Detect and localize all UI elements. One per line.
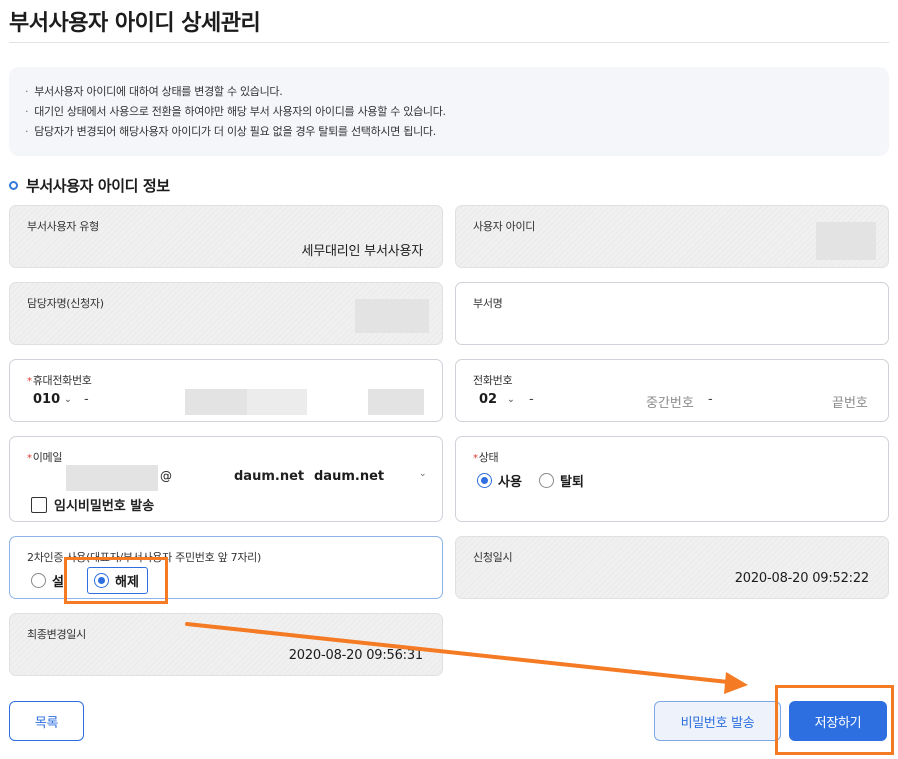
second-auth-field: 2차인증 사용(대표자/부서사용자 주민번호 앞 7자리) 설 해제 xyxy=(9,536,443,599)
status-radio-withdraw[interactable]: 탈퇴 xyxy=(539,471,584,490)
user-type-field: 부서사용자 유형 세무대리인 부서사용자 xyxy=(9,205,443,268)
phone-dash: - xyxy=(529,392,534,407)
status-radio-use[interactable]: 사용 xyxy=(477,471,522,490)
page-title: 부서사용자 아이디 상세관리 xyxy=(9,11,261,36)
email-id-input[interactable] xyxy=(66,465,158,491)
phone-last-input[interactable]: 끝번호 xyxy=(832,392,868,411)
notice-box: · 부서사용자 아이디에 대하여 상태를 변경할 수 있습니다. · 대기인 상태에… xyxy=(9,67,889,156)
chevron-down-icon[interactable]: ⌄ xyxy=(419,469,427,479)
send-password-button[interactable]: 비밀번호 발송 xyxy=(654,701,781,741)
phone-middle-input[interactable]: 중간번호 xyxy=(646,392,694,411)
temp-password-checkbox[interactable]: 임시비밀번호 발송 xyxy=(31,495,154,514)
mobile-label: *휴대전화번호 xyxy=(27,374,92,387)
radio-icon[interactable] xyxy=(31,573,46,588)
applied-at-label: 신청일시 xyxy=(473,551,513,564)
status-label: *상태 xyxy=(473,451,499,464)
email-field: *이메일 @ daum.net daum.net ⌄ 임시비밀번호 발송 xyxy=(9,436,443,522)
mobile-prefix-select[interactable]: 010 ⌄ xyxy=(33,392,72,407)
save-button[interactable]: 저장하기 xyxy=(789,701,887,741)
notice-item: · 담당자가 변경되어 해당사용자 아이디가 더 이상 필요 없을 경우 탈퇴를 … xyxy=(25,125,436,138)
mobile-middle-input[interactable] xyxy=(185,389,247,415)
user-type-label: 부서사용자 유형 xyxy=(27,220,99,233)
list-button[interactable]: 목록 xyxy=(9,701,84,741)
user-type-value: 세무대리인 부서사용자 xyxy=(301,244,423,259)
chevron-down-icon: ⌄ xyxy=(507,394,515,405)
modified-at-field: 최종변경일시 2020-08-20 09:56:31 xyxy=(9,613,443,676)
circle-bullet-icon xyxy=(9,181,18,190)
notice-item: · 부서사용자 아이디에 대하여 상태를 변경할 수 있습니다. xyxy=(25,85,283,98)
email-label: *이메일 xyxy=(27,451,63,464)
applied-at-field: 신청일시 2020-08-20 09:52:22 xyxy=(455,536,889,599)
mobile-dash: - xyxy=(84,392,89,407)
dept-name-field[interactable]: 부서명 xyxy=(455,282,889,345)
status-field: *상태 사용 탈퇴 xyxy=(455,436,889,522)
user-id-masked-value xyxy=(816,222,876,260)
phone-field: 전화번호 02 ⌄ - 중간번호 - 끝번호 xyxy=(455,359,889,422)
radio-icon[interactable] xyxy=(539,473,554,488)
user-id-field: 사용자 아이디 xyxy=(455,205,889,268)
manager-name-label: 담당자명(신청자) xyxy=(27,297,104,310)
second-auth-label: 2차인증 사용(대표자/부서사용자 주민번호 앞 7자리) xyxy=(27,551,261,564)
chevron-down-icon: ⌄ xyxy=(64,394,72,405)
phone-prefix-select[interactable]: 02 ⌄ xyxy=(479,392,515,407)
section-title: 부서사용자 아이디 정보 xyxy=(9,175,170,196)
user-id-label: 사용자 아이디 xyxy=(473,220,536,233)
applied-at-value: 2020-08-20 09:52:22 xyxy=(734,571,869,586)
notice-item: · 대기인 상태에서 사용으로 전환을 하여야만 해당 부서 사용자의 아이디를 … xyxy=(25,105,446,118)
mobile-field: *휴대전화번호 010 ⌄ - xyxy=(9,359,443,422)
title-divider xyxy=(9,42,889,43)
email-at-sign: @ xyxy=(160,469,172,483)
manager-name-field: 담당자명(신청자) xyxy=(9,282,443,345)
dept-name-label: 부서명 xyxy=(473,297,503,310)
mobile-last-input[interactable] xyxy=(368,389,424,415)
second-auth-radio-release[interactable]: 해제 xyxy=(87,567,148,594)
phone-dash: - xyxy=(708,392,713,407)
modified-at-label: 최종변경일시 xyxy=(27,628,86,641)
second-auth-radio-set[interactable]: 설 xyxy=(31,571,64,590)
mobile-middle-input-mask xyxy=(247,389,307,415)
phone-label: 전화번호 xyxy=(473,374,513,387)
manager-name-masked-value xyxy=(355,299,429,333)
radio-selected-icon[interactable] xyxy=(94,573,109,588)
radio-selected-icon[interactable] xyxy=(477,473,492,488)
email-domain-select[interactable]: daum.net xyxy=(314,469,384,484)
checkbox-icon[interactable] xyxy=(31,496,47,513)
email-domain-input[interactable]: daum.net xyxy=(234,469,304,484)
modified-at-value: 2020-08-20 09:56:31 xyxy=(288,648,423,663)
